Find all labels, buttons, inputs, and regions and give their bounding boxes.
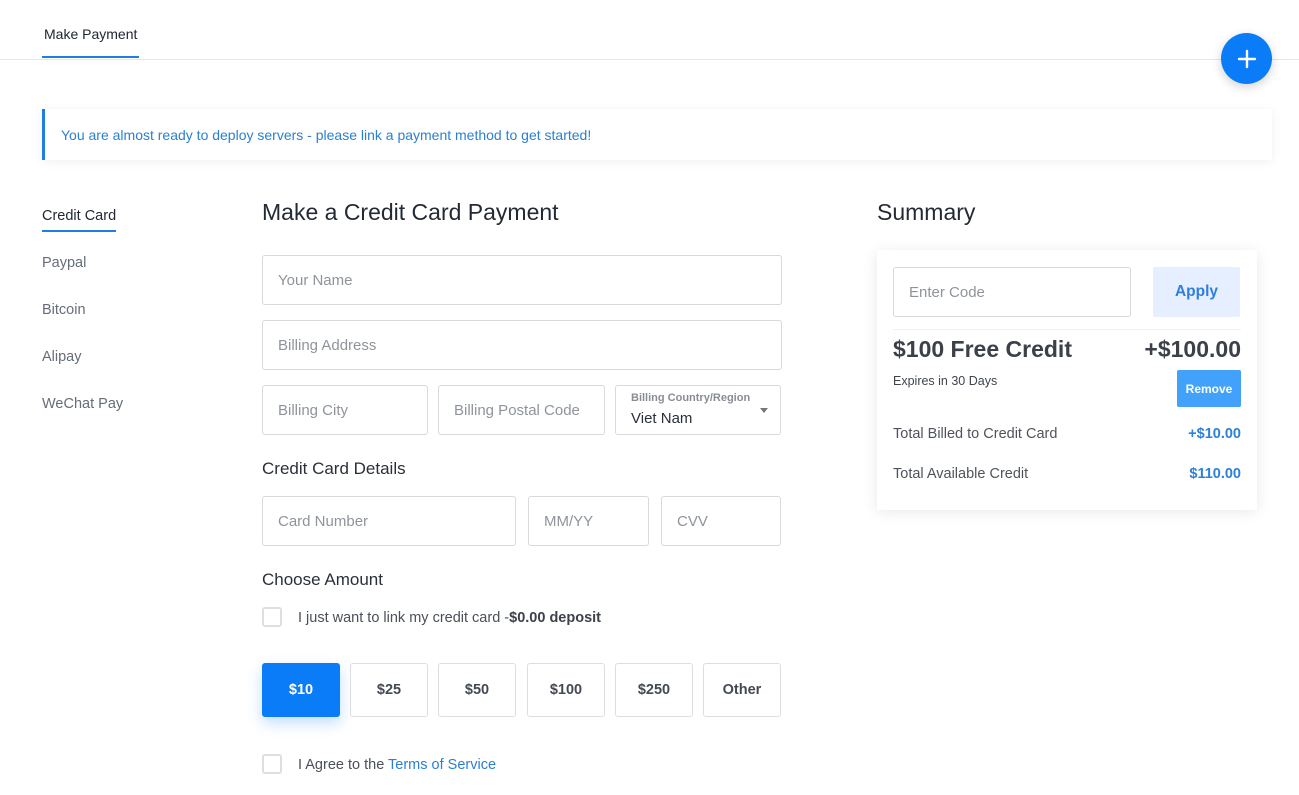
tab-make-payment[interactable]: Make Payment xyxy=(42,26,140,58)
credit-amount: +$100.00 xyxy=(1144,336,1241,362)
name-input[interactable] xyxy=(263,256,781,304)
info-alert: You are almost ready to deploy servers -… xyxy=(42,109,1272,160)
link-only-deposit: $0.00 deposit xyxy=(509,610,601,626)
choose-amount-heading: Choose Amount xyxy=(262,570,383,589)
address-field[interactable] xyxy=(262,320,782,370)
top-bar: Make Payment xyxy=(0,0,1299,60)
remove-button[interactable]: Remove xyxy=(1177,370,1241,407)
summary-title: Summary xyxy=(877,199,976,225)
credit-title: $100 Free Credit xyxy=(893,336,1072,362)
promo-code-field[interactable] xyxy=(893,267,1131,317)
agree-text: I Agree to the xyxy=(298,757,389,773)
city-field[interactable] xyxy=(262,385,428,435)
country-label: Billing Country/Region xyxy=(631,392,751,404)
amount-option-50[interactable]: $50 xyxy=(438,663,516,717)
credit-expiry: Expires in 30 Days xyxy=(893,374,998,388)
apply-button[interactable]: Apply xyxy=(1153,267,1240,317)
city-input[interactable] xyxy=(263,386,427,434)
caret-down-icon xyxy=(760,408,768,413)
sidebar-item-wechat-pay[interactable]: WeChat Pay xyxy=(42,396,123,412)
promo-code-input[interactable] xyxy=(894,268,1130,316)
available-credit-label: Total Available Credit xyxy=(893,466,1029,482)
form-title: Make a Credit Card Payment xyxy=(262,199,559,225)
sidebar-item-alipay[interactable]: Alipay xyxy=(42,349,82,365)
name-field[interactable] xyxy=(262,255,782,305)
alert-message: You are almost ready to deploy servers -… xyxy=(61,126,592,143)
amount-option-10[interactable]: $10 xyxy=(262,663,340,717)
cvv-input[interactable] xyxy=(662,497,780,545)
billed-label: Total Billed to Credit Card xyxy=(893,426,1058,442)
expiry-field[interactable] xyxy=(528,496,649,546)
divider xyxy=(893,329,1241,330)
available-credit-value: $110.00 xyxy=(1189,466,1241,482)
amount-option-250[interactable]: $250 xyxy=(615,663,693,717)
card-details-heading: Credit Card Details xyxy=(262,459,406,478)
terms-of-service-link[interactable]: Terms of Service xyxy=(388,757,496,773)
card-number-field[interactable] xyxy=(262,496,516,546)
amount-option-100[interactable]: $100 xyxy=(527,663,605,717)
sidebar-item-bitcoin[interactable]: Bitcoin xyxy=(42,302,86,318)
sidebar-item-paypal[interactable]: Paypal xyxy=(42,255,86,271)
amount-option-25[interactable]: $25 xyxy=(350,663,428,717)
address-input[interactable] xyxy=(263,321,781,369)
postal-code-input[interactable] xyxy=(439,386,604,434)
agree-terms-label: I Agree to the Terms of Service xyxy=(298,757,496,773)
link-only-label: I just want to link my credit card -$0.0… xyxy=(298,610,601,626)
postal-code-field[interactable] xyxy=(438,385,605,435)
link-only-checkbox[interactable] xyxy=(262,607,282,627)
summary-card: Apply $100 Free Credit +$100.00 Expires … xyxy=(877,250,1257,510)
expiry-input[interactable] xyxy=(529,497,648,545)
cvv-field[interactable] xyxy=(661,496,781,546)
card-number-input[interactable] xyxy=(263,497,515,545)
amount-option-other[interactable]: Other xyxy=(703,663,781,717)
country-value: Viet Nam xyxy=(631,410,693,427)
sidebar-item-credit-card[interactable]: Credit Card xyxy=(42,208,117,232)
billed-value: +$10.00 xyxy=(1188,426,1241,442)
add-button[interactable] xyxy=(1221,33,1272,84)
country-select[interactable]: Billing Country/Region Viet Nam xyxy=(615,385,781,435)
agree-terms-checkbox[interactable] xyxy=(262,754,282,774)
link-only-text: I just want to link my credit card - xyxy=(298,610,510,626)
plus-icon xyxy=(1237,49,1256,68)
